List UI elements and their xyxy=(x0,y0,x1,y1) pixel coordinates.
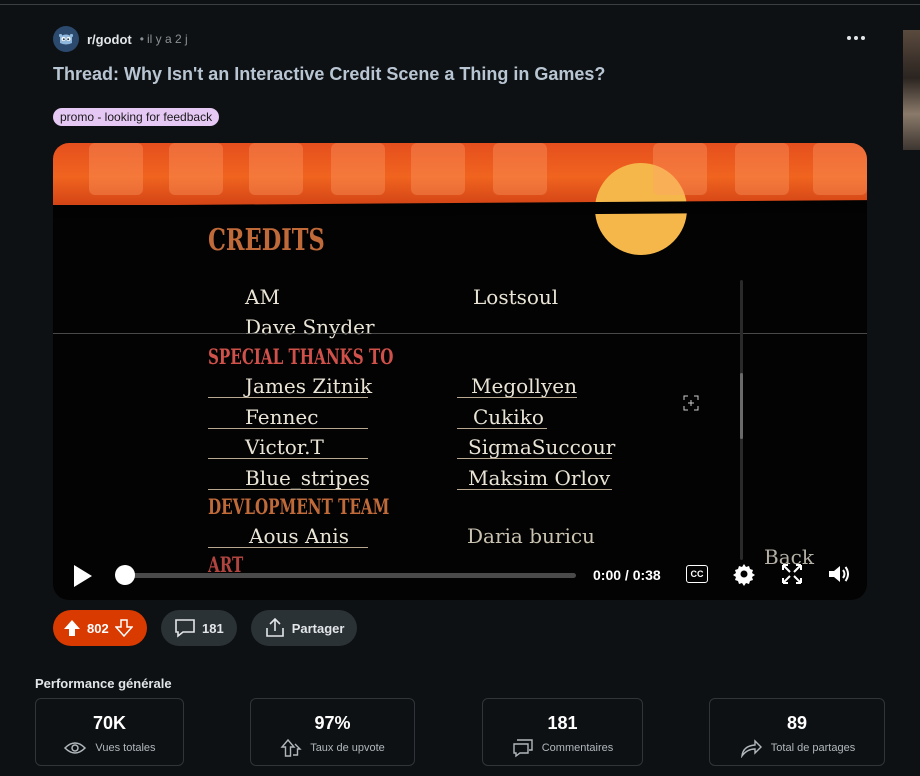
underline xyxy=(457,428,547,429)
credit-name: AM xyxy=(245,285,280,309)
subreddit-name[interactable]: r/godot xyxy=(87,32,132,47)
underline xyxy=(208,397,368,398)
stat-value: 181 xyxy=(547,713,578,733)
credit-name: Cukiko xyxy=(473,405,544,429)
credit-name: Maksim Orlov xyxy=(468,466,611,490)
comments-button[interactable]: 181 xyxy=(161,610,237,646)
stat-label: Vues totales xyxy=(95,742,156,754)
stat-value: 97% xyxy=(314,713,351,733)
credit-name: Aous Anis xyxy=(249,524,349,548)
focus-icon[interactable] xyxy=(683,395,699,411)
credit-name: Fennec xyxy=(245,405,319,429)
vote-count: 802 xyxy=(87,620,109,636)
captions-button[interactable]: CC xyxy=(686,565,708,583)
stat-label: Total de partages xyxy=(770,742,856,754)
action-bar: 802 181 Partager xyxy=(53,610,358,646)
stat-value: 89 xyxy=(786,713,808,733)
dot-icon xyxy=(861,36,865,40)
stat-label: Taux de upvote xyxy=(310,742,385,754)
downvote-icon[interactable] xyxy=(114,619,133,637)
stat-card-comments: 181 Commentaires xyxy=(482,698,643,766)
underline xyxy=(457,489,612,490)
time-display: 0:00 / 0:38 xyxy=(593,567,661,583)
stat-card-upvote-rate: 97% Taux de upvote xyxy=(250,698,415,766)
share-icon xyxy=(265,618,284,637)
film-hole xyxy=(89,143,143,195)
vote-pill: 802 xyxy=(53,610,147,646)
sunset-banner xyxy=(53,143,867,255)
credit-name: Daria buricu xyxy=(467,524,595,548)
underline xyxy=(208,428,368,429)
post-flair[interactable]: promo - looking for feedback xyxy=(53,108,220,126)
film-hole xyxy=(169,143,223,195)
film-hole xyxy=(411,143,465,195)
credits-scrollbar-thumb[interactable] xyxy=(740,373,743,439)
fullscreen-icon[interactable] xyxy=(781,563,803,585)
special-thanks-heading: SPECIAL THANKS TO xyxy=(208,344,394,369)
underline xyxy=(208,458,368,459)
gear-icon[interactable] xyxy=(732,562,756,586)
progress-knob[interactable] xyxy=(115,565,135,585)
dev-team-heading: DEVLOPMENT TEAM xyxy=(208,494,390,519)
underline xyxy=(457,397,577,398)
subreddit-avatar[interactable] xyxy=(53,26,79,52)
comment-icon xyxy=(175,619,195,638)
dot-icon xyxy=(854,36,858,40)
performance-title: Performance générale xyxy=(35,676,172,691)
share-label: Partager xyxy=(291,620,345,636)
upvote-icon[interactable] xyxy=(63,619,81,637)
upvote-rate-icon xyxy=(280,738,302,757)
credits-title: CREDITS xyxy=(208,223,325,258)
stat-value: 70K xyxy=(92,713,127,733)
top-divider xyxy=(0,4,920,5)
credit-name: Victor.T xyxy=(245,435,324,459)
share-arrow-icon xyxy=(740,739,762,758)
credit-name: Blue_stripes xyxy=(245,466,370,490)
film-hole xyxy=(653,143,707,195)
post-title[interactable]: Thread: Why Isn't an Interactive Credit … xyxy=(53,64,605,85)
credit-name: Lostsoul xyxy=(473,285,559,309)
stat-card-shares: 89 Total de partages xyxy=(709,698,885,766)
godot-logo-icon xyxy=(59,34,73,45)
comments-count: 181 xyxy=(202,620,224,636)
post-age: il y a 2 j xyxy=(146,32,188,46)
progress-bar[interactable] xyxy=(124,573,576,578)
underline xyxy=(208,489,368,490)
underline xyxy=(208,547,368,548)
views-icon xyxy=(64,742,87,754)
film-hole xyxy=(735,143,789,195)
dot-icon xyxy=(847,36,851,40)
more-options-button[interactable] xyxy=(842,28,870,48)
credit-name: Dave Snyder xyxy=(245,315,375,339)
credit-name: James Zitnik xyxy=(245,374,373,398)
stat-card-views: 70K Vues totales xyxy=(35,698,184,766)
video-player[interactable]: CREDITS AM Lostsoul Dave Snyder SPECIAL … xyxy=(53,143,867,600)
film-hole xyxy=(813,143,867,195)
scanline xyxy=(53,333,867,334)
credit-name: Megollyen xyxy=(471,374,577,398)
credit-name: SigmaSuccour xyxy=(468,435,616,459)
film-hole xyxy=(493,143,547,195)
play-icon[interactable] xyxy=(71,563,95,589)
volume-icon[interactable] xyxy=(827,562,851,586)
sidebar-thumbnail[interactable] xyxy=(903,30,920,150)
stat-label: Commentaires xyxy=(541,742,614,754)
share-button[interactable]: Partager xyxy=(250,610,358,646)
post-header: r/godot • il y a 2 j xyxy=(53,26,188,52)
comments-icon xyxy=(513,739,533,758)
video-controls: 0:00 / 0:38 CC xyxy=(53,553,867,600)
film-hole xyxy=(331,143,385,195)
meta-separator: • xyxy=(139,32,144,46)
underline xyxy=(457,458,612,459)
film-hole xyxy=(249,143,303,195)
